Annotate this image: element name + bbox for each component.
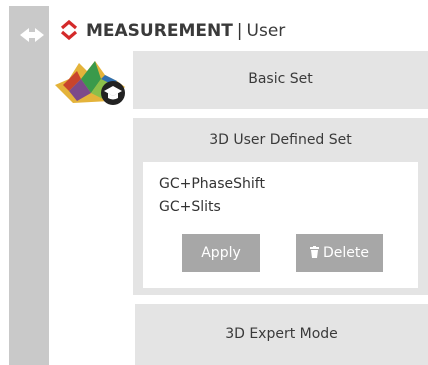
basic-set-label[interactable]: Basic Set (133, 71, 428, 87)
left-sidebar-rail (9, 6, 49, 365)
list-item[interactable]: GC+Slits (159, 199, 221, 215)
brand-logo-icon (60, 19, 78, 41)
app-title: MEASUREMENT (86, 21, 233, 41)
trash-icon (310, 246, 319, 258)
user-defined-set-label[interactable]: 3D User Defined Set (133, 132, 428, 148)
apply-button[interactable]: Apply (182, 234, 260, 272)
basic-set-panel[interactable]: Basic Set (133, 51, 428, 109)
page-title: MEASUREMENT | User (86, 19, 285, 43)
delete-button-label: Delete (323, 245, 369, 261)
collapse-sidebar-icon[interactable] (20, 28, 44, 42)
user-defined-set-list: GC+PhaseShift GC+Slits Apply Delete (143, 162, 418, 288)
expert-mode-label[interactable]: 3D Expert Mode (135, 326, 428, 342)
title-separator: | (236, 21, 243, 41)
expert-mode-panel[interactable]: 3D Expert Mode (135, 304, 428, 365)
apply-button-label: Apply (201, 245, 241, 261)
user-defined-set-panel: 3D User Defined Set GC+PhaseShift GC+Sli… (133, 118, 428, 295)
delete-button[interactable]: Delete (296, 234, 383, 272)
user-context-label: User (246, 21, 286, 41)
user-mode-terrain-icon (55, 61, 125, 105)
list-item[interactable]: GC+PhaseShift (159, 176, 265, 192)
